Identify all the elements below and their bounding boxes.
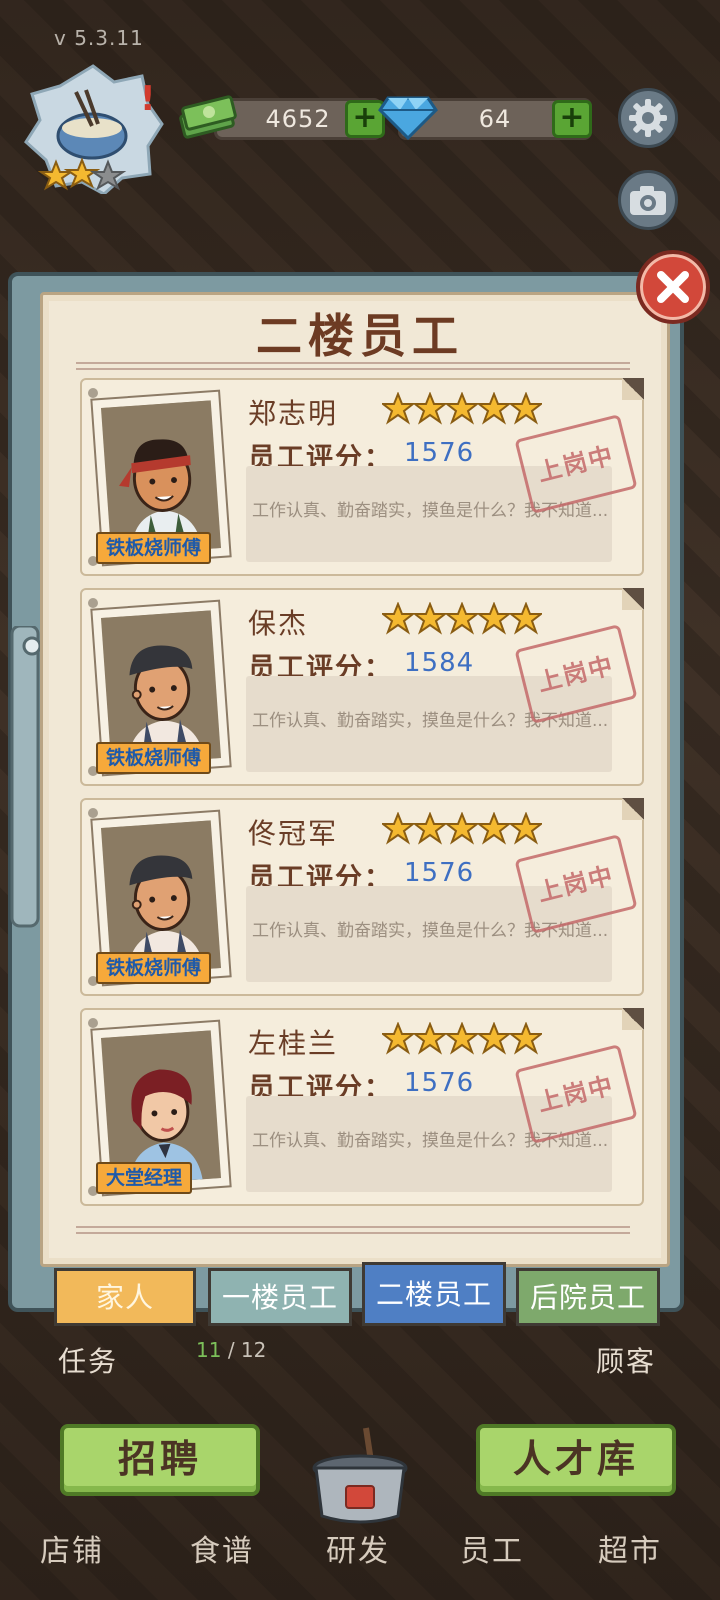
staff-name: 左桂兰 <box>248 1027 339 1060</box>
staff-card[interactable]: 大堂经理 左桂兰 员工评分： 1576 工作认真、勤奋踏实，摸鱼是什么？我不知道… <box>80 1008 644 1206</box>
job-title-tag: 铁板烧师傅 <box>96 952 212 984</box>
task-label[interactable]: 任务 <box>58 1340 118 1380</box>
svg-text:!: ! <box>140 79 156 119</box>
diamond-icon <box>378 96 438 140</box>
nav-staff[interactable]: 员工 <box>432 1526 552 1570</box>
nav-recipes[interactable]: 食谱 <box>162 1526 282 1570</box>
staff-name: 保杰 <box>248 607 309 640</box>
star-icon <box>508 812 542 845</box>
star-icon <box>444 1022 480 1055</box>
close-button[interactable] <box>636 250 710 324</box>
progress-current: 11 <box>196 1338 222 1362</box>
star-rating <box>382 812 542 845</box>
score-value: 1576 <box>404 438 475 468</box>
star-icon <box>382 392 416 425</box>
restaurant-badge-icon[interactable]: ! <box>22 62 164 194</box>
gear-icon <box>629 99 667 137</box>
star-rating <box>382 602 542 635</box>
star-icon <box>382 602 416 635</box>
staff-name: 佟冠军 <box>248 817 339 850</box>
card-pin <box>88 808 98 818</box>
star-icon <box>412 602 448 635</box>
camera-button[interactable] <box>618 170 678 230</box>
star-icon <box>508 602 542 635</box>
staff-card[interactable]: 铁板烧师傅 郑志明 员工评分： 1576 工作认真、勤奋踏实，摸鱼是什么？我不知… <box>80 378 644 576</box>
on-duty-stamp: 上岗中 <box>514 414 638 514</box>
score-value: 1576 <box>404 1068 475 1098</box>
gem-value: 64 <box>478 105 512 133</box>
star-icon <box>382 1022 416 1055</box>
job-title-tag: 铁板烧师傅 <box>96 532 212 564</box>
progress-total: 12 <box>240 1338 267 1362</box>
staff-card[interactable]: 铁板烧师傅 保杰 员工评分： 1584 工作认真、勤奋踏实，摸鱼是什么？我不知道… <box>80 588 644 786</box>
on-duty-stamp: 上岗中 <box>514 1044 638 1144</box>
star-icon <box>508 392 542 425</box>
bottom-divider <box>76 1226 630 1234</box>
add-gems-button[interactable]: + <box>552 100 592 138</box>
job-title-tag: 铁板烧师傅 <box>96 742 212 774</box>
star-icon <box>412 392 448 425</box>
panel-title: 二楼员工 <box>256 309 464 363</box>
card-pin <box>88 598 98 608</box>
title-divider <box>76 362 630 370</box>
nav-market[interactable]: 超市 <box>570 1526 690 1570</box>
card-pin <box>88 1018 98 1028</box>
star-icon <box>412 812 448 845</box>
recruit-button[interactable]: 招聘 <box>60 1424 260 1496</box>
star-rating <box>382 1022 542 1055</box>
version-label: v 5.3.11 <box>54 26 144 50</box>
star-icon <box>476 812 512 845</box>
star-icon <box>476 602 512 635</box>
star-icon <box>476 1022 512 1055</box>
star-rating <box>382 392 542 425</box>
nav-research[interactable]: 研发 <box>298 1526 418 1570</box>
close-icon <box>657 271 689 303</box>
star-icon <box>444 812 480 845</box>
tab-floor1-staff[interactable]: 一楼员工 <box>208 1268 352 1326</box>
tab-floor2-staff[interactable]: 二楼员工 <box>362 1262 506 1326</box>
job-title-tag: 大堂经理 <box>96 1162 193 1194</box>
on-duty-stamp: 上岗中 <box>514 624 638 724</box>
tab-backyard-staff[interactable]: 后院员工 <box>516 1268 660 1326</box>
task-progress: 11 / 12 <box>196 1338 267 1362</box>
star-icon <box>508 1022 542 1055</box>
score-value: 1576 <box>404 858 475 888</box>
on-duty-stamp: 上岗中 <box>514 834 638 934</box>
cash-stack-icon <box>179 95 237 139</box>
talent-pool-button[interactable]: 人才库 <box>476 1424 676 1496</box>
star-icon <box>382 812 416 845</box>
star-icon <box>412 1022 448 1055</box>
star-icon <box>444 602 480 635</box>
tab-family[interactable]: 家人 <box>54 1268 196 1326</box>
staff-name: 郑志明 <box>248 397 339 430</box>
customer-label[interactable]: 顾客 <box>596 1340 656 1380</box>
score-value: 1584 <box>404 648 475 678</box>
nav-shop[interactable]: 店铺 <box>12 1526 132 1570</box>
staff-card[interactable]: 铁板烧师傅 佟冠军 员工评分： 1576 工作认真、勤奋踏实，摸鱼是什么？我不知… <box>80 798 644 996</box>
card-pin <box>88 388 98 398</box>
camera-icon <box>630 186 666 215</box>
settings-button[interactable] <box>618 88 678 148</box>
star-icon <box>444 392 480 425</box>
cash-value: 4652 <box>265 105 331 133</box>
star-icon <box>476 392 512 425</box>
